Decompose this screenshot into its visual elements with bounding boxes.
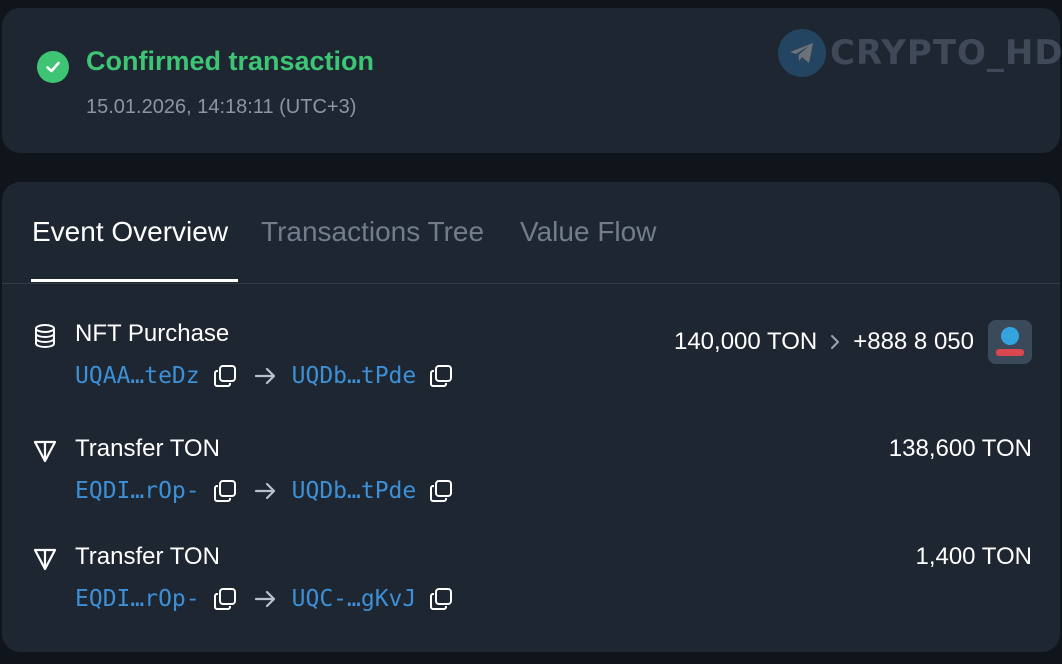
- event-amount: 138,600 TON: [889, 435, 1032, 463]
- from-address-link[interactable]: UQAA…teDz: [75, 363, 200, 389]
- copy-icon[interactable]: [212, 586, 238, 612]
- from-address-link[interactable]: EQDI…rOp-: [75, 586, 200, 612]
- chevron-right-icon: [827, 332, 843, 352]
- watermark: CRYPTO_HD: [778, 28, 1062, 78]
- amount-value: 140,000 TON: [673, 328, 818, 355]
- to-address-link[interactable]: UQDb…tPde: [292, 478, 417, 504]
- amount-value: 1,400 TON: [915, 543, 1032, 570]
- arrow-right-icon: [252, 586, 280, 612]
- status-card: Confirmed transaction 15.01.2026, 14:18:…: [2, 8, 1062, 153]
- event-title: NFT Purchase: [75, 320, 230, 347]
- copy-icon[interactable]: [428, 478, 454, 504]
- tab-value-flow[interactable]: Value Flow: [520, 216, 656, 248]
- tab-bar: Event Overview Transactions Tree Value F…: [2, 182, 1060, 284]
- transaction-page: Confirmed transaction 15.01.2026, 14:18:…: [0, 0, 1062, 664]
- ton-icon: [32, 438, 58, 464]
- nft-name-link[interactable]: +888 8 050: [853, 328, 974, 356]
- address-line: UQAA…teDz UQDb…tPde: [75, 360, 454, 392]
- copy-icon[interactable]: [428, 586, 454, 612]
- copy-icon[interactable]: [428, 363, 454, 389]
- nft-number-plate: [996, 349, 1024, 356]
- watermark-text: CRYPTO_HD: [830, 33, 1062, 73]
- to-address-link[interactable]: UQC-…gKvJ: [292, 586, 417, 612]
- address-line: EQDI…rOp- UQC-…gKvJ: [75, 583, 454, 615]
- event-row-transfer-ton: Transfer TON EQDI…rOp- UQDb…tPde 138,600…: [2, 431, 1060, 521]
- address-line: EQDI…rOp- UQDb…tPde: [75, 475, 454, 507]
- check-circle-icon: [37, 51, 69, 83]
- ton-icon: [32, 546, 58, 572]
- status-timestamp: 15.01.2026, 14:18:11 (UTC+3): [86, 96, 357, 118]
- status-title: Confirmed transaction: [86, 46, 375, 76]
- tab-transactions-tree[interactable]: Transactions Tree: [261, 216, 484, 248]
- event-amount: 1,400 TON: [915, 543, 1032, 571]
- arrow-right-icon: [252, 363, 280, 389]
- from-address-link[interactable]: EQDI…rOp-: [75, 478, 200, 504]
- arrow-right-icon: [252, 478, 280, 504]
- nft-thumbnail[interactable]: [988, 320, 1032, 364]
- tab-event-overview[interactable]: Event Overview: [32, 216, 228, 248]
- telegram-icon: [778, 29, 826, 77]
- active-tab-indicator: [31, 279, 238, 282]
- event-title: Transfer TON: [75, 435, 220, 462]
- copy-icon[interactable]: [212, 478, 238, 504]
- telegram-icon: [1001, 327, 1019, 345]
- database-icon: [32, 323, 58, 349]
- events-card: Event Overview Transactions Tree Value F…: [2, 182, 1060, 652]
- amount-value: 138,600 TON: [888, 435, 1032, 462]
- event-row-transfer-ton: Transfer TON EQDI…rOp- UQC-…gKvJ 1,400 T…: [2, 539, 1060, 629]
- event-row-nft-purchase: NFT Purchase UQAA…teDz UQDb…tPde 140,000…: [2, 316, 1060, 406]
- event-amount: 140,000 TON +888 8 050: [674, 320, 1032, 364]
- event-title: Transfer TON: [75, 543, 220, 570]
- to-address-link[interactable]: UQDb…tPde: [292, 363, 417, 389]
- copy-icon[interactable]: [212, 363, 238, 389]
